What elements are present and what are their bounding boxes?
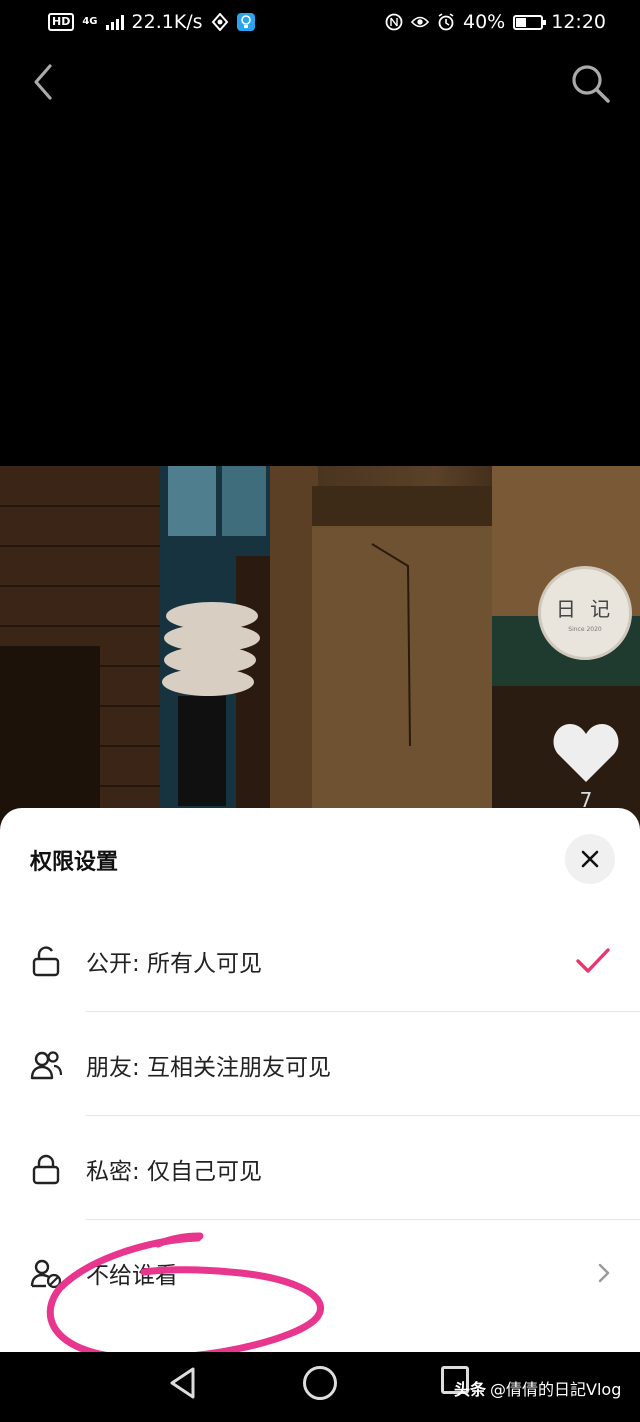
lock-icon: [32, 1154, 60, 1185]
avatar-subtext: Since 2020: [568, 626, 602, 633]
checkmark-icon: [576, 948, 610, 973]
sheet-title: 权限设置: [30, 850, 119, 875]
hd-badge: HD: [48, 13, 75, 31]
status-right: 40% 12:20: [385, 11, 606, 33]
like-button[interactable]: [552, 722, 620, 784]
option-public-label: 公开: 所有人可见: [86, 951, 263, 977]
nav-home-icon[interactable]: [303, 1366, 337, 1400]
search-button[interactable]: [568, 60, 612, 104]
alarm-icon: [437, 13, 455, 31]
battery-fill: [516, 17, 527, 27]
network-speed: 22.1K/s: [131, 11, 203, 33]
watermark-account: @倩倩的日記Vlog: [490, 1380, 622, 1399]
divider: [86, 1219, 640, 1220]
divider: [86, 1115, 640, 1116]
status-bar: HD 4G 22.1K/s 40% 12:20: [0, 0, 640, 44]
option-friends[interactable]: 朋友: 互相关注朋友可见: [0, 1013, 640, 1117]
user-block-icon: [30, 1259, 62, 1289]
unlock-icon: [32, 946, 60, 977]
system-navbar: 头条 @倩倩的日記Vlog: [0, 1352, 640, 1422]
clock: 12:20: [551, 11, 606, 33]
heart-icon: [553, 724, 619, 782]
creator-avatar[interactable]: 日 记 Since 2020: [538, 566, 632, 660]
battery-percent: 40%: [463, 11, 506, 33]
option-hide-from[interactable]: 不给谁看: [0, 1221, 640, 1325]
nav-back-icon[interactable]: [168, 1366, 198, 1400]
back-button[interactable]: [26, 60, 66, 104]
watermark-source: 头条: [454, 1380, 487, 1399]
permission-sheet: 权限设置 公开: 所有人可见 朋友: 互相关注朋友可见 私密: 仅自己可见 不给…: [0, 808, 640, 1352]
option-friends-label: 朋友: 互相关注朋友可见: [86, 1055, 332, 1081]
option-public[interactable]: 公开: 所有人可见: [0, 909, 640, 1013]
option-hide-from-label: 不给谁看: [86, 1263, 178, 1289]
avatar-text: 日 记: [555, 597, 615, 621]
status-left: HD 4G 22.1K/s: [48, 11, 255, 33]
search-icon: [572, 65, 610, 103]
watermark: 头条 @倩倩的日記Vlog: [454, 1376, 621, 1400]
chevron-left-icon: [34, 64, 52, 100]
divider: [86, 1011, 640, 1012]
close-button[interactable]: [565, 834, 615, 884]
lightbulb-icon: [236, 13, 255, 31]
signal-icon: [105, 14, 124, 30]
friends-icon: [30, 1051, 62, 1080]
network-type: 4G: [82, 16, 98, 27]
close-icon: [581, 850, 599, 868]
app-notification-icon: [211, 13, 229, 31]
battery-icon: [513, 14, 547, 30]
nfc-icon: [385, 13, 403, 31]
chevron-right-icon: [598, 1263, 610, 1283]
video-scene-image: [0, 466, 640, 826]
eye-icon: [411, 13, 429, 31]
video-frame[interactable]: [0, 466, 640, 826]
option-private-label: 私密: 仅自己可见: [86, 1159, 263, 1185]
option-private[interactable]: 私密: 仅自己可见: [0, 1117, 640, 1221]
